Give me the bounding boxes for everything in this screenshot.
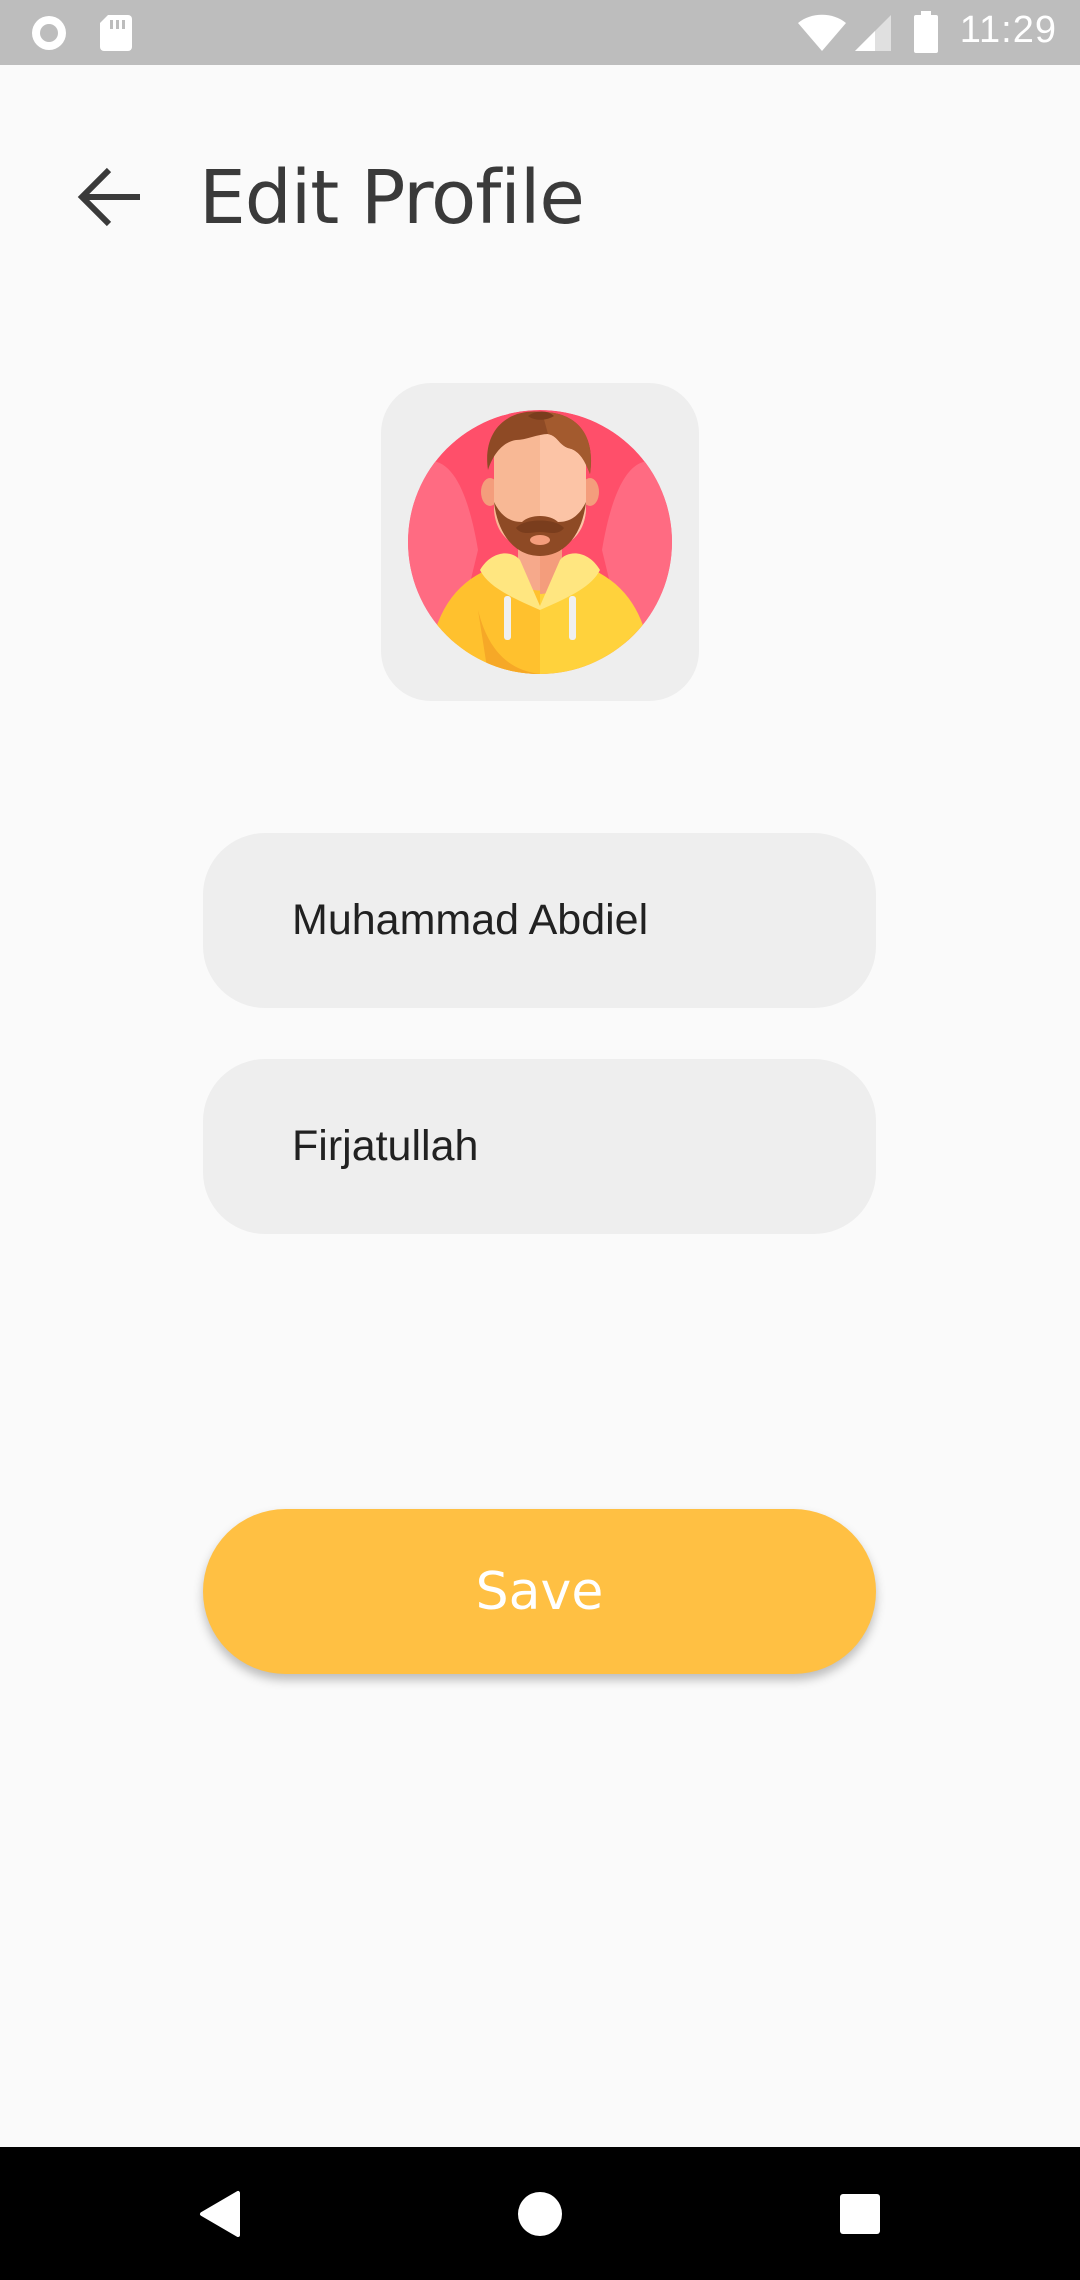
first-name-input[interactable] xyxy=(292,833,852,1008)
back-triangle-icon xyxy=(200,2191,240,2237)
nav-home-button[interactable] xyxy=(490,2167,590,2261)
signal-icon xyxy=(853,14,893,57)
save-button[interactable]: Save xyxy=(203,1509,876,1674)
record-icon xyxy=(29,13,69,58)
avatar-picker[interactable] xyxy=(381,383,699,701)
status-time: 11:29 xyxy=(959,9,1057,51)
home-circle-icon xyxy=(518,2192,562,2236)
edit-profile-screen: 11:29 Edit Profile Muhammad Abdiel Firja… xyxy=(0,0,1080,2280)
back-button[interactable] xyxy=(58,145,162,249)
arrow-left-icon xyxy=(77,167,140,227)
sd-card-icon xyxy=(98,13,134,58)
first-name-field[interactable] xyxy=(203,833,876,1008)
recents-square-icon xyxy=(840,2194,880,2234)
navigation-bar xyxy=(0,2147,1080,2280)
battery-icon xyxy=(913,11,939,58)
nav-back-button[interactable] xyxy=(170,2167,270,2261)
last-name-field[interactable] xyxy=(203,1059,876,1234)
wifi-icon xyxy=(797,14,847,57)
last-name-input[interactable] xyxy=(292,1059,852,1234)
status-bar: 11:29 xyxy=(0,0,1080,65)
bearded-man-avatar-icon xyxy=(408,410,672,674)
page-title: Edit Profile xyxy=(199,155,585,241)
nav-recents-button[interactable] xyxy=(810,2167,910,2261)
